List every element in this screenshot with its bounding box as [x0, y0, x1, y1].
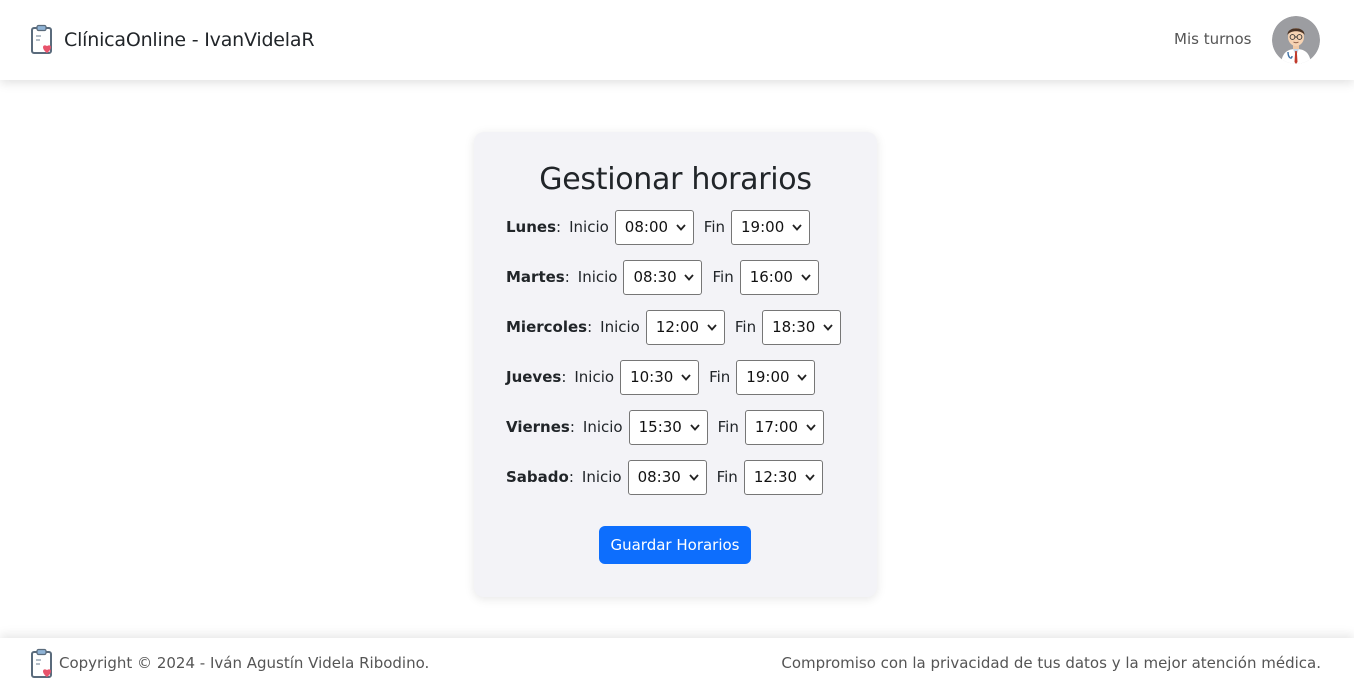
day-label: Miercoles	[506, 318, 588, 336]
clipboard-heart-icon	[31, 648, 52, 678]
inicio-label: Inicio	[582, 418, 623, 436]
inicio-label: Inicio	[600, 318, 640, 336]
day-label: Sabado	[506, 468, 569, 486]
day-label: Lunes	[506, 218, 557, 236]
chevron-down-icon	[823, 323, 833, 331]
selected-value: 08:30	[637, 468, 681, 486]
day-label: Jueves	[506, 368, 562, 386]
inicio-select[interactable]: 08:30	[627, 459, 707, 495]
brand-title: ClínicaOnline - IvanVidelaR	[64, 29, 315, 51]
fin-select[interactable]: 18:30	[762, 309, 842, 345]
schedule-row-viernes: Viernes: Inicio 15:30 Fin 17:00	[506, 409, 824, 445]
fin-select[interactable]: 19:00	[731, 209, 811, 245]
chevron-down-icon	[684, 273, 695, 281]
fin-label: Fin	[709, 368, 731, 386]
day-label: Martes	[506, 268, 565, 286]
selected-value: 19:00	[746, 368, 790, 386]
schedule-row-sabado: Sabado: Inicio 08:30 Fin 12:30	[506, 459, 823, 495]
chevron-down-icon	[806, 423, 816, 431]
fin-label: Fin	[734, 318, 757, 336]
doctor-avatar	[1272, 16, 1320, 64]
footer-copyright: Copyright © 2024 - Iván Agustín Videla R…	[59, 654, 430, 672]
inicio-label: Inicio	[581, 468, 622, 486]
schedule-row-lunes: Lunes: Inicio 08:00 Fin 19:00	[506, 209, 811, 245]
footer: Copyright © 2024 - Iván Agustín Videla R…	[0, 638, 1354, 690]
fin-label: Fin	[716, 468, 738, 486]
fin-label: Fin	[712, 268, 734, 286]
inicio-select[interactable]: 08:00	[614, 209, 694, 245]
fin-select[interactable]: 17:00	[744, 409, 824, 445]
inicio-select[interactable]: 08:30	[623, 259, 703, 295]
chevron-down-icon	[797, 373, 807, 381]
chevron-down-icon	[689, 423, 700, 431]
selected-value: 19:00	[741, 218, 785, 236]
selected-value: 17:00	[754, 418, 799, 436]
day-label: Viernes	[506, 418, 570, 436]
fin-label: Fin	[717, 418, 739, 436]
chevron-down-icon	[688, 473, 699, 481]
schedule-row-martes: Martes: Inicio 08:30 Fin 16:00	[506, 259, 819, 295]
selected-value: 12:00	[655, 318, 700, 336]
guardar-horarios-button[interactable]: Guardar Horarios	[599, 526, 751, 564]
selected-value: 08:00	[624, 218, 669, 236]
chevron-down-icon	[792, 223, 802, 231]
chevron-down-icon	[801, 273, 811, 281]
brand-link[interactable]: ClínicaOnline - IvanVidelaR	[30, 24, 315, 56]
fin-select[interactable]: 19:00	[736, 359, 816, 395]
inicio-select[interactable]: 15:30	[628, 409, 708, 445]
chevron-down-icon	[805, 473, 815, 481]
clipboard-heart-icon	[31, 24, 52, 54]
schedule-row-miercoles: Miercoles: Inicio 12:00 Fin 18:30	[506, 309, 842, 345]
nav-link-mis-turnos[interactable]: Mis turnos	[1174, 30, 1251, 48]
chevron-down-icon	[681, 373, 691, 381]
fin-select[interactable]: 12:30	[743, 459, 823, 495]
page: ClínicaOnline - IvanVidelaR Mis turnos G…	[0, 0, 1354, 690]
avatar[interactable]	[1272, 16, 1320, 64]
fin-select[interactable]: 16:00	[739, 259, 819, 295]
chevron-down-icon	[676, 223, 686, 231]
navbar: ClínicaOnline - IvanVidelaR Mis turnos	[0, 0, 1354, 80]
selected-value: 10:30	[630, 368, 674, 386]
selected-value: 12:30	[753, 468, 798, 486]
page-title: Gestionar horarios	[539, 162, 812, 197]
selected-value: 15:30	[638, 418, 682, 436]
selected-value: 16:00	[749, 268, 793, 286]
inicio-label: Inicio	[569, 218, 609, 236]
fin-label: Fin	[703, 218, 726, 236]
selected-value: 08:30	[633, 268, 677, 286]
inicio-select[interactable]: 10:30	[620, 359, 700, 395]
chevron-down-icon	[707, 323, 717, 331]
inicio-label: Inicio	[577, 268, 618, 286]
schedule-row-jueves: Jueves: Inicio 10:30 Fin 19:00	[506, 359, 816, 395]
inicio-label: Inicio	[574, 368, 615, 386]
selected-value: 18:30	[772, 318, 816, 336]
inicio-select[interactable]: 12:00	[645, 309, 725, 345]
footer-tagline: Compromiso con la privacidad de tus dato…	[781, 654, 1321, 672]
horarios-card: Gestionar horarios Lunes: Inicio 08:00 F…	[474, 132, 877, 597]
